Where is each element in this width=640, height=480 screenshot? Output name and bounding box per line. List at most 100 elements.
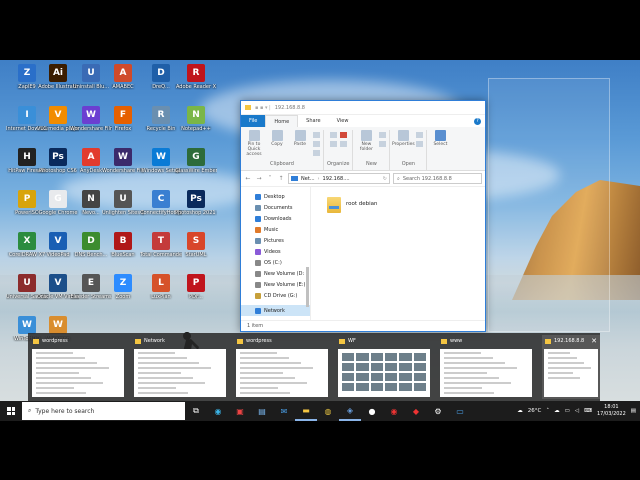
notification-icon[interactable]: ▤: [631, 408, 636, 414]
nav-item[interactable]: Network: [241, 305, 310, 316]
new-item-button[interactable]: [379, 130, 387, 160]
new-folder-button[interactable]: New folder: [356, 130, 376, 160]
desktop-icon[interactable]: Ps Photoshop 2021 x64: [175, 190, 217, 216]
desktop-icon[interactable]: U Unlighten Sites Group: [102, 190, 144, 216]
mail-icon[interactable]: ✉: [273, 401, 295, 421]
clock[interactable]: 18:01 17/03/2022: [597, 404, 626, 418]
desktop-icon[interactable]: W Wondershare Filmora9: [102, 148, 144, 174]
nav-item-label: Network: [264, 307, 285, 314]
app-icon: H: [18, 148, 36, 166]
desktop-icon[interactable]: P PDF...: [175, 274, 217, 300]
file-explorer-taskbar-icon[interactable]: ▬: [295, 401, 317, 421]
desktop-icon[interactable]: Z Zoom: [102, 274, 144, 300]
nav-item[interactable]: Desktop: [241, 191, 310, 202]
app-icon: G: [187, 148, 205, 166]
recent-icon[interactable]: ˅: [266, 175, 274, 182]
window-preview[interactable]: 192.168.8.8 ✕: [542, 335, 600, 399]
tab-view[interactable]: View: [329, 115, 357, 127]
desktop-icon[interactable]: G GlassWire Ember: [175, 148, 217, 174]
chevron-right-icon: ›: [317, 175, 320, 182]
move-to-button[interactable]: [329, 130, 337, 160]
content-pane[interactable]: root debian: [311, 187, 485, 320]
tab-file[interactable]: File: [241, 115, 266, 127]
window-preview[interactable]: Network: [132, 335, 228, 399]
window-preview[interactable]: wordpress: [234, 335, 330, 399]
window-preview[interactable]: www: [438, 335, 534, 399]
nav-item[interactable]: Downloads: [241, 213, 310, 224]
explorer-titlebar[interactable]: ▪ ▪ ▾ | 192.168.8.8: [241, 101, 485, 115]
app-icon: U: [82, 64, 100, 82]
paste-button[interactable]: Paste: [290, 130, 310, 160]
delete-button[interactable]: [339, 130, 347, 160]
weather-icon[interactable]: ☁: [517, 408, 523, 414]
volume-icon[interactable]: ◁: [575, 408, 579, 414]
up-icon[interactable]: ↑: [277, 175, 285, 182]
refresh-icon[interactable]: ↻: [383, 176, 387, 182]
desktop-icon[interactable]: F Firefox: [102, 106, 144, 132]
folder-item[interactable]: root debian: [327, 197, 469, 213]
store-icon[interactable]: ▤: [251, 401, 273, 421]
quick-access-toolbar[interactable]: ▪ ▪ ▾ |: [255, 105, 271, 111]
tab-home[interactable]: Home: [265, 115, 299, 127]
obs-icon[interactable]: ●: [361, 401, 383, 421]
ribbon-group-clipboard: Pin to Quick access Copy Paste Clipboard: [241, 130, 324, 170]
app-icon: S: [187, 232, 205, 250]
open-small-buttons[interactable]: [416, 130, 424, 160]
anydesk-icon[interactable]: ◆: [405, 401, 427, 421]
nav-item[interactable]: OS (C:): [241, 257, 310, 268]
window-preview[interactable]: wordpress: [30, 335, 126, 399]
desktop-icon[interactable]: R Adobe Reader X: [175, 64, 217, 90]
nav-scrollbar[interactable]: [306, 267, 309, 307]
search-input[interactable]: ⌕ Search 192.168.8.8: [393, 173, 482, 184]
folder-icon: [339, 338, 345, 344]
copy-icon: [271, 130, 283, 141]
start-button[interactable]: [0, 401, 22, 421]
desktop-icon[interactable]: B BlueScan: [102, 232, 144, 258]
network-icon[interactable]: ▭: [565, 408, 570, 414]
edge-icon[interactable]: ◉: [207, 401, 229, 421]
desktop-icon[interactable]: A AMABEC: [102, 64, 144, 90]
cloud-icon[interactable]: ☁: [554, 408, 560, 414]
address-segment-network[interactable]: Net...: [301, 176, 315, 182]
nav-item[interactable]: CD Drive (G:): [241, 290, 310, 301]
app-icon: N: [82, 190, 100, 208]
gift-icon[interactable]: ▣: [229, 401, 251, 421]
help-icon[interactable]: ?: [474, 117, 481, 125]
preview-title: wordpress: [246, 338, 272, 344]
select-button[interactable]: Select: [430, 130, 450, 160]
temperature[interactable]: 26°C: [528, 408, 542, 414]
desktop-icon[interactable]: S StarUML: [175, 232, 217, 258]
nav-item[interactable]: New Volume (E:): [241, 279, 310, 290]
close-icon[interactable]: ✕: [591, 337, 597, 345]
nav-item[interactable]: New Volume (D:: [241, 268, 310, 279]
show-hidden-icons[interactable]: ˄: [546, 408, 549, 414]
clipboard-small-buttons[interactable]: [313, 130, 320, 160]
task-switcher: wordpress Network wordpress WF www 192.168.8.…: [28, 333, 600, 401]
desktop-icon[interactable]: N Notepad++: [175, 106, 217, 132]
recorder-icon[interactable]: ◉: [383, 401, 405, 421]
navigation-pane[interactable]: Desktop Documents Downloads Music Pictures Vi…: [241, 187, 311, 320]
back-icon[interactable]: ←: [244, 175, 252, 182]
file-explorer-window[interactable]: ▪ ▪ ▾ | 192.168.8.8 File Home Share View…: [240, 100, 486, 332]
properties-button[interactable]: Properties: [392, 130, 415, 160]
nav-item[interactable]: Pictures: [241, 235, 310, 246]
taskbar-search[interactable]: ⌕ Type here to search: [22, 402, 185, 420]
desktop-icon-label: Wondershare Filmora9: [102, 168, 144, 174]
task-view-icon[interactable]: ⧉: [185, 401, 207, 421]
chrome-icon[interactable]: ◍: [317, 401, 339, 421]
forward-icon[interactable]: →: [255, 175, 263, 182]
window-preview[interactable]: WF: [336, 335, 432, 399]
nav-item[interactable]: Videos: [241, 246, 310, 257]
language-icon[interactable]: ⌨: [584, 408, 592, 414]
settings-icon[interactable]: ⚙: [427, 401, 449, 421]
address-segment-host[interactable]: 192.168....: [323, 176, 350, 182]
search-icon: ⌕: [28, 407, 32, 414]
copy-button[interactable]: Copy: [267, 130, 287, 160]
address-bar[interactable]: Net... › 192.168.... ↻: [288, 173, 390, 184]
remote-desktop-icon[interactable]: ▭: [449, 401, 471, 421]
pin-quick-access-button[interactable]: Pin to Quick access: [244, 130, 264, 160]
virtualbox-icon[interactable]: ◈: [339, 401, 361, 421]
nav-item[interactable]: Documents: [241, 202, 310, 213]
nav-item[interactable]: Music: [241, 224, 310, 235]
tab-share[interactable]: Share: [298, 115, 328, 127]
